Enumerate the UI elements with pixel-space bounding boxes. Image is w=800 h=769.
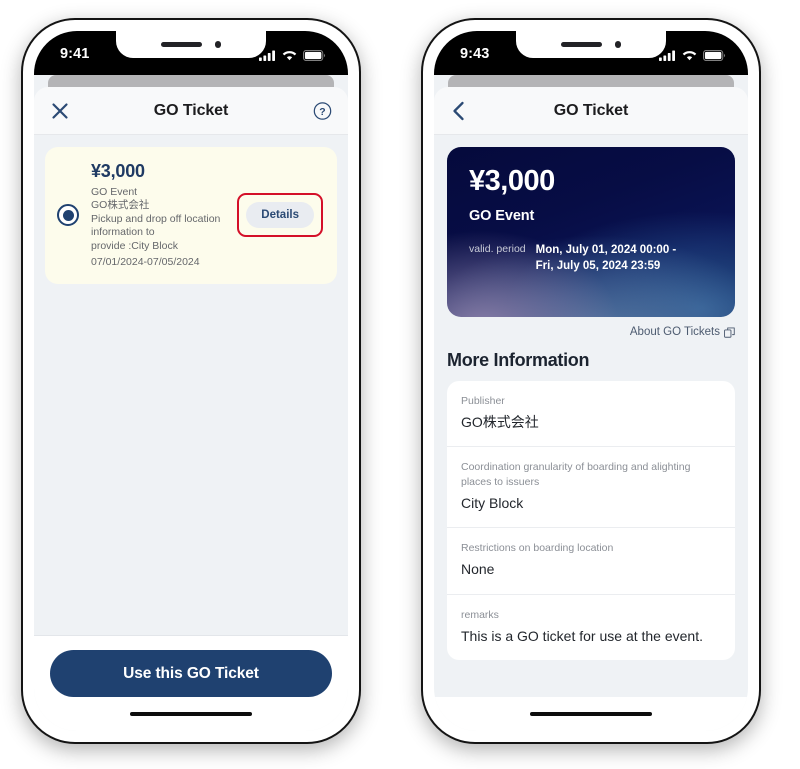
info-row-label: Restrictions on boarding location — [461, 542, 614, 555]
ticket-company-name: GO株式会社 — [91, 199, 150, 212]
validity-period-value: Mon, July 01, 2024 00:00 - Fri, July 05,… — [536, 242, 677, 275]
external-link-icon — [724, 326, 735, 338]
radio-dot — [62, 209, 74, 221]
home-indicator[interactable] — [530, 711, 652, 717]
device-notch — [116, 31, 266, 58]
validity-period-block: valid. period Mon, July 01, 2024 00:00 -… — [469, 242, 715, 275]
wifi-icon — [682, 50, 697, 60]
help-button[interactable]: ? — [313, 101, 332, 120]
phone-left: 9:41 GO Ticket ? ¥3,000 GO Event GO株式会社 … — [21, 18, 361, 744]
home-indicator[interactable] — [130, 711, 252, 717]
info-row-value: This is a GO ticket for use at the event… — [461, 627, 703, 644]
ticket-description-line-1: Pickup and drop off location — [91, 212, 221, 225]
validity-period-label: valid. period — [469, 242, 526, 255]
sheet-peek-behind — [448, 75, 734, 87]
info-row-label: Publisher — [461, 395, 505, 407]
sheet-peek-behind — [48, 75, 334, 87]
more-information-card: Publisher GO株式会社 Coordination granularit… — [447, 381, 735, 661]
home-area-right — [434, 697, 748, 731]
info-row: remarks This is a GO ticket for use at t… — [447, 595, 735, 660]
notch-camera — [614, 41, 622, 48]
ticket-info: ¥3,000 GO Event GO株式会社 Pickup and drop o… — [91, 161, 229, 270]
about-go-tickets-link[interactable]: About GO Tickets — [447, 326, 735, 338]
phone-right: 9:43 GO Ticket ¥3,000 GO Event valid. pe… — [421, 18, 761, 744]
ticket-gradient-card: ¥3,000 GO Event valid. period Mon, July … — [447, 147, 735, 317]
info-row-label: Coordination granularity of boarding and… — [461, 461, 691, 488]
nav-bar-right: GO Ticket — [434, 87, 748, 135]
nav-bar-left: GO Ticket ? — [34, 87, 348, 135]
status-bar-left: 9:41 — [34, 31, 348, 75]
ticket-description-line-3: provide :City Block — [91, 239, 178, 252]
ticket-validity-dates: 07/01/2024-07/05/2024 — [91, 256, 200, 269]
details-button[interactable]: Details — [246, 202, 314, 229]
details-highlight-box: Details — [237, 193, 323, 238]
notch-speaker — [560, 41, 602, 48]
page-title: GO Ticket — [553, 101, 629, 119]
validity-end: Fri, July 05, 2024 23:59 — [535, 260, 661, 273]
chevron-left-icon — [453, 101, 464, 120]
notch-speaker — [160, 41, 202, 48]
gradient-card-event: GO Event — [469, 208, 535, 224]
info-row: Restrictions on boarding location None — [447, 528, 735, 595]
cta-area-left: Use this GO Ticket — [34, 635, 348, 697]
validity-start: Mon, July 01, 2024 00:00 - — [535, 243, 677, 256]
content-area-right[interactable]: ¥3,000 GO Event valid. period Mon, July … — [434, 135, 748, 697]
phone-left-screen: 9:41 GO Ticket ? ¥3,000 GO Event GO株式会社 … — [34, 31, 348, 731]
device-notch — [516, 31, 666, 58]
home-area-left — [34, 697, 348, 731]
info-row-value: City Block — [461, 494, 524, 511]
status-bar-right: 9:43 — [434, 31, 748, 75]
status-icons — [259, 49, 326, 61]
status-time: 9:43 — [460, 46, 490, 63]
screenshot-canvas: 9:41 GO Ticket ? ¥3,000 GO Event GO株式会社 … — [0, 0, 800, 769]
battery-icon — [703, 49, 726, 61]
ticket-option-card[interactable]: ¥3,000 GO Event GO株式会社 Pickup and drop o… — [45, 147, 337, 284]
battery-icon — [303, 49, 326, 61]
svg-text:?: ? — [319, 106, 325, 117]
page-title: GO Ticket — [153, 101, 229, 119]
help-circle-icon: ? — [313, 101, 332, 120]
ticket-price: ¥3,000 — [91, 161, 145, 181]
gradient-card-price: ¥3,000 — [469, 165, 555, 197]
info-row-value: GO株式会社 — [461, 414, 539, 431]
wifi-icon — [282, 50, 297, 60]
content-area-left: ¥3,000 GO Event GO株式会社 Pickup and drop o… — [34, 135, 348, 635]
close-icon — [52, 102, 68, 119]
info-row-label: remarks — [461, 608, 499, 621]
info-row: Coordination granularity of boarding and… — [447, 447, 735, 529]
info-row-value: None — [461, 561, 495, 578]
back-button[interactable] — [450, 100, 467, 122]
about-go-tickets-label: About GO Tickets — [629, 326, 720, 338]
phone-right-screen: 9:43 GO Ticket ¥3,000 GO Event valid. pe… — [434, 31, 748, 731]
ticket-description-line-2: information to — [91, 226, 155, 239]
status-icons — [659, 49, 726, 61]
radio-selected-icon[interactable] — [57, 204, 79, 227]
ticket-event-name: GO Event — [91, 186, 138, 198]
info-row: Publisher GO株式会社 — [447, 381, 735, 448]
use-go-ticket-button[interactable]: Use this GO Ticket — [50, 650, 332, 697]
status-time: 9:41 — [60, 46, 90, 63]
close-button[interactable] — [50, 101, 70, 121]
notch-camera — [214, 41, 222, 48]
more-information-heading: More Information — [447, 350, 590, 370]
